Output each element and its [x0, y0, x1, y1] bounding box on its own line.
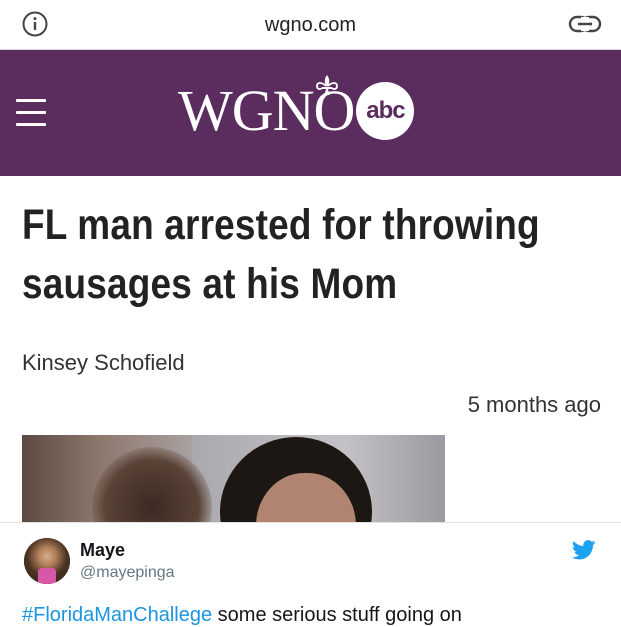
fleur-de-lis-icon	[316, 75, 338, 96]
article-headline[interactable]: FL man arrested for throwing sausages at…	[22, 196, 607, 314]
abc-network-badge: abc	[356, 82, 415, 140]
tweet-body: some serious stuff going on	[212, 604, 462, 626]
divider	[0, 522, 621, 523]
tweet-hashtag-link[interactable]: #FloridaManChallege	[22, 604, 212, 626]
url-domain[interactable]: wgno.com	[0, 14, 621, 37]
site-header: WGNO abc	[0, 50, 621, 176]
browser-url-bar[interactable]: wgno.com	[0, 0, 621, 50]
link-icon[interactable]	[568, 14, 602, 34]
article-photo[interactable]	[22, 435, 445, 523]
article-author[interactable]: Kinsey Schofield	[22, 350, 185, 376]
hamburger-menu-icon[interactable]	[16, 99, 46, 127]
article-timestamp: 5 months ago	[467, 392, 601, 417]
site-logo[interactable]: WGNO abc	[178, 75, 415, 142]
tweet-display-name[interactable]: Maye	[80, 540, 125, 561]
tweet-text: #FloridaManChallege some serious stuff g…	[22, 604, 462, 627]
avatar[interactable]	[24, 538, 70, 584]
abc-badge-text: abc	[366, 97, 405, 124]
tweet-handle[interactable]: @mayepinga	[80, 564, 175, 582]
twitter-bird-icon[interactable]	[572, 540, 596, 560]
screen: wgno.com WGNO abc FL man arrested for th…	[0, 0, 621, 627]
